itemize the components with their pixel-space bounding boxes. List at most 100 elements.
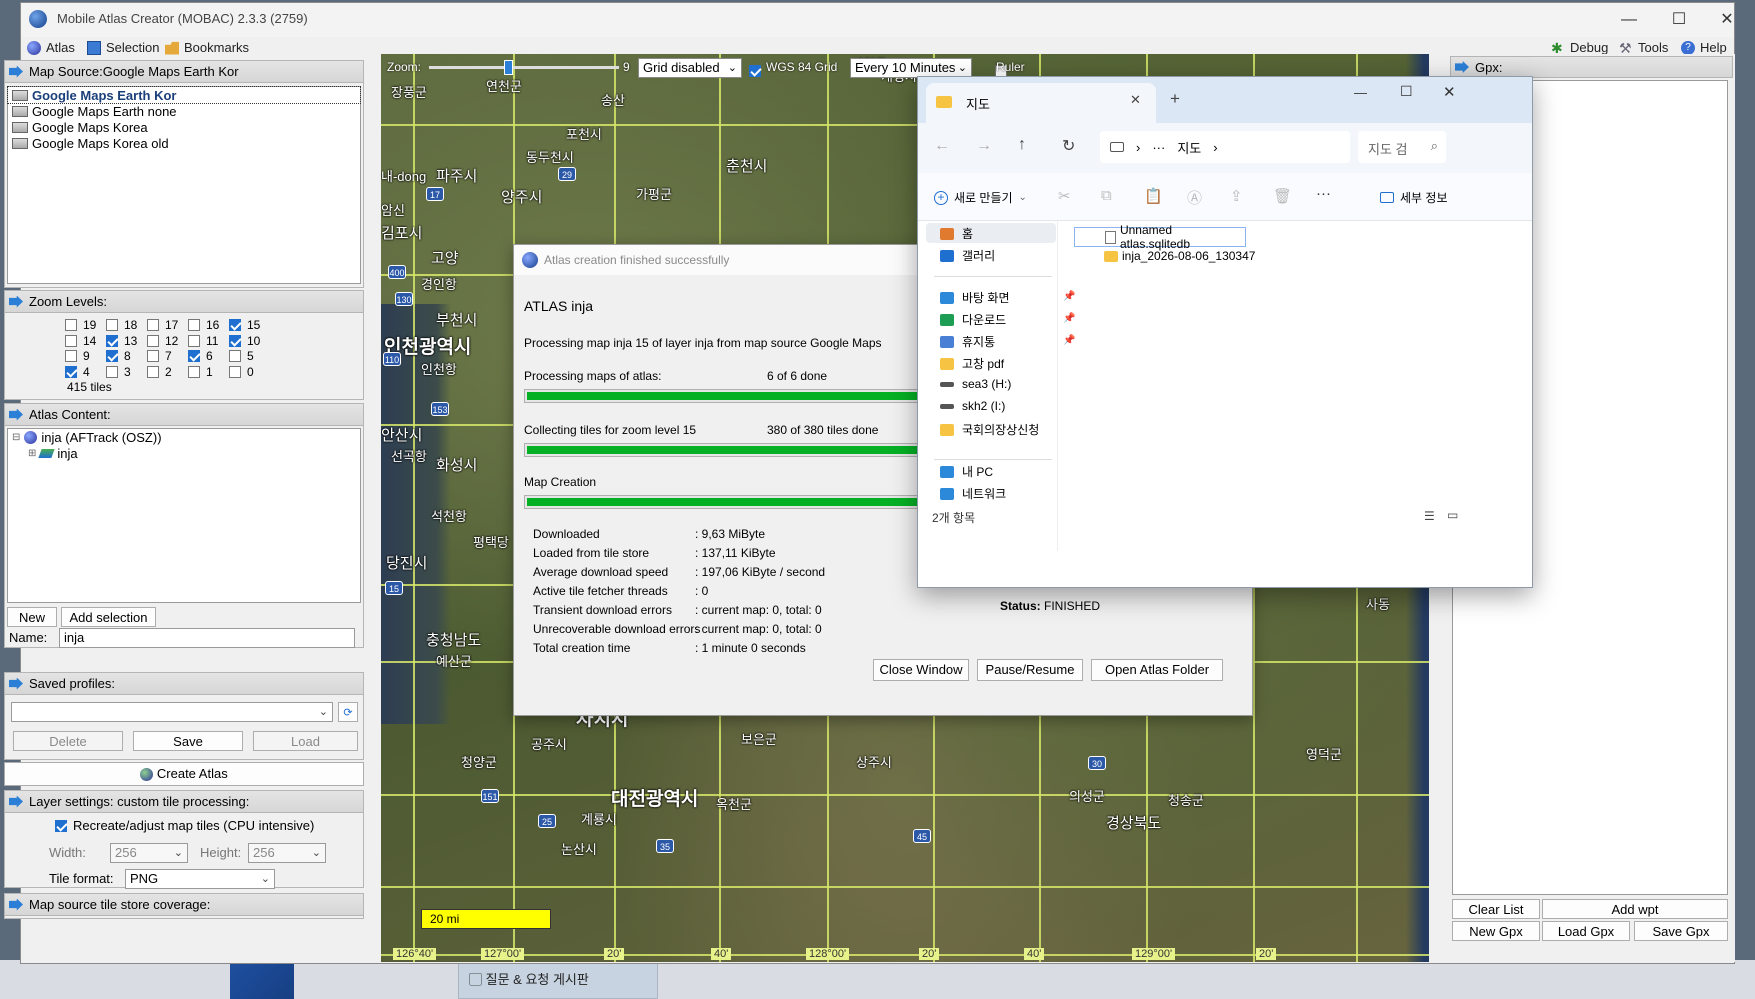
- tile-width-select[interactable]: 256 ⌄: [110, 843, 188, 863]
- zoom-level-option[interactable]: 17: [147, 318, 188, 332]
- share-icon[interactable]: ⇪: [1230, 187, 1243, 205]
- zoom-level-option[interactable]: 10: [229, 334, 270, 348]
- atlas-tree-layer[interactable]: ⊞ inja: [8, 445, 360, 461]
- new-item-button[interactable]: + 새로 만들기 ⌄: [934, 189, 1027, 206]
- tile-format-select[interactable]: PNG ⌄: [125, 869, 275, 889]
- zoom-level-checkbox[interactable]: [147, 365, 159, 378]
- add-waypoint-button[interactable]: Add wpt: [1542, 899, 1728, 919]
- atlas-tree[interactable]: ⊟ inja (AFTrack (OSZ)) ⊞ inja: [7, 428, 361, 603]
- back-arrow-icon[interactable]: ←: [934, 137, 950, 155]
- menu-help[interactable]: ? Help: [1681, 40, 1727, 55]
- map-source-list[interactable]: Google Maps Earth Kor Google Maps Earth …: [7, 86, 361, 284]
- zoom-level-option[interactable]: 15: [229, 318, 270, 332]
- zoom-level-option[interactable]: 2: [147, 365, 188, 379]
- zoom-level-checkbox[interactable]: [106, 334, 118, 347]
- delete-icon[interactable]: 🗑: [1273, 187, 1292, 205]
- new-tab-button[interactable]: +: [1170, 89, 1180, 109]
- zoom-level-checkbox[interactable]: [188, 365, 200, 378]
- pause-resume-button[interactable]: Pause/Resume: [977, 659, 1083, 681]
- explorer-minimize-button[interactable]: —: [1354, 85, 1367, 100]
- refresh-icon[interactable]: ↻: [1062, 136, 1075, 156]
- nav-item[interactable]: 갤러리: [940, 247, 995, 264]
- zoom-level-checkbox[interactable]: [65, 319, 77, 331]
- zoom-level-checkbox[interactable]: [65, 365, 77, 378]
- grid-zoom-select[interactable]: Grid disabled ⌄: [638, 58, 742, 78]
- zoom-slider[interactable]: [429, 60, 619, 75]
- minimize-button[interactable]: —: [1614, 9, 1644, 31]
- clear-list-button[interactable]: Clear List: [1452, 899, 1540, 919]
- nav-item[interactable]: 바탕 화면: [940, 289, 1010, 306]
- nav-item[interactable]: sea3 (H:): [940, 377, 1011, 391]
- zoom-level-checkbox[interactable]: [65, 350, 77, 362]
- zoom-level-checkbox[interactable]: [188, 319, 200, 331]
- nav-item[interactable]: 홈: [940, 225, 973, 242]
- nav-item[interactable]: 국회의장상신청: [940, 421, 1039, 438]
- zoom-level-checkbox[interactable]: [229, 334, 241, 347]
- create-atlas-button[interactable]: Create Atlas: [4, 762, 364, 786]
- zoom-level-option[interactable]: 4: [65, 365, 106, 379]
- zoom-level-option[interactable]: 12: [147, 334, 188, 348]
- recreate-tiles-option[interactable]: Recreate/adjust map tiles (CPU intensive…: [55, 818, 314, 833]
- zoom-level-checkbox[interactable]: [188, 350, 200, 362]
- zoom-level-option[interactable]: 8: [106, 349, 147, 363]
- zoom-level-option[interactable]: 7: [147, 349, 188, 363]
- file-item[interactable]: Unnamed atlas.sqlitedb: [1074, 223, 1246, 251]
- menu-debug[interactable]: ✱ Debug: [1551, 40, 1608, 55]
- atlas-tree-root[interactable]: ⊟ inja (AFTrack (OSZ)): [8, 429, 360, 445]
- background-window-tab[interactable]: ▢ 질문 & 요청 게시판: [458, 962, 658, 999]
- save-profile-button[interactable]: Save: [133, 731, 243, 751]
- folder-item[interactable]: inja_2026-08-06_130347: [1104, 249, 1255, 263]
- recreate-tiles-checkbox[interactable]: [55, 819, 67, 832]
- cut-icon[interactable]: ✂: [1058, 187, 1071, 205]
- zoom-level-option[interactable]: 1: [188, 365, 229, 379]
- zoom-level-checkbox[interactable]: [229, 319, 241, 331]
- explorer-maximize-button[interactable]: ☐: [1400, 83, 1413, 100]
- zoom-level-option[interactable]: 19: [65, 318, 106, 332]
- nav-item[interactable]: 고창 pdf: [940, 355, 1004, 372]
- zoom-level-checkbox[interactable]: [106, 319, 118, 331]
- zoom-level-checkbox[interactable]: [147, 350, 159, 362]
- explorer-tab[interactable]: 지도 ✕: [926, 83, 1156, 123]
- map-source-item[interactable]: Google Maps Earth none: [8, 103, 360, 119]
- delete-profile-button[interactable]: Delete: [13, 731, 123, 751]
- zoom-level-checkbox[interactable]: [229, 365, 241, 378]
- menu-selection[interactable]: Selection: [87, 40, 159, 55]
- save-gpx-button[interactable]: Save Gpx: [1634, 921, 1728, 941]
- map-source-item[interactable]: Google Maps Earth Kor: [7, 86, 361, 104]
- close-window-button[interactable]: Close Window: [873, 659, 969, 681]
- zoom-level-option[interactable]: 18: [106, 318, 147, 332]
- nav-item[interactable]: skh2 (I:): [940, 399, 1005, 413]
- explorer-close-button[interactable]: ✕: [1443, 83, 1456, 101]
- zoom-level-option[interactable]: 3: [106, 365, 147, 379]
- zoom-level-checkbox[interactable]: [106, 350, 118, 362]
- map-source-item[interactable]: Google Maps Korea old: [8, 135, 360, 151]
- menu-bookmarks[interactable]: Bookmarks: [165, 40, 249, 55]
- zoom-level-option[interactable]: 9: [65, 349, 106, 363]
- wgs-grid-checkbox[interactable]: [749, 64, 761, 77]
- menu-tools[interactable]: ⚒ Tools: [1619, 40, 1668, 55]
- tile-height-select[interactable]: 256 ⌄: [248, 843, 326, 863]
- nav-item[interactable]: 네트워크: [940, 485, 1006, 502]
- zoom-level-option[interactable]: 0: [229, 365, 270, 379]
- search-box[interactable]: 지도 검 ⌕: [1358, 131, 1446, 163]
- copy-icon[interactable]: ⧉: [1101, 187, 1112, 204]
- menu-atlas[interactable]: Atlas: [27, 40, 75, 55]
- up-arrow-icon[interactable]: ↑: [1018, 136, 1026, 154]
- new-gpx-button[interactable]: New Gpx: [1452, 921, 1540, 941]
- tab-close-icon[interactable]: ✕: [1130, 92, 1141, 108]
- rename-icon[interactable]: Ⓐ: [1187, 187, 1202, 208]
- address-bar[interactable]: › ··· 지도 ›: [1100, 131, 1350, 163]
- map-source-item[interactable]: Google Maps Korea: [8, 119, 360, 135]
- zoom-level-checkbox[interactable]: [147, 319, 159, 331]
- atlas-name-input[interactable]: inja: [59, 628, 355, 648]
- zoom-level-option[interactable]: 16: [188, 318, 229, 332]
- zoom-level-option[interactable]: 13: [106, 334, 147, 348]
- zoom-slider-handle[interactable]: [504, 60, 513, 75]
- forward-arrow-icon[interactable]: →: [976, 137, 992, 155]
- more-options-button[interactable]: ···: [1316, 185, 1331, 202]
- add-selection-button[interactable]: Add selection: [61, 607, 156, 627]
- nav-item[interactable]: 내 PC: [940, 463, 993, 480]
- zoom-level-checkbox[interactable]: [229, 350, 241, 362]
- tiles-view-icon[interactable]: ▭: [1447, 508, 1458, 522]
- details-pane-button[interactable]: 세부 정보: [1380, 189, 1448, 206]
